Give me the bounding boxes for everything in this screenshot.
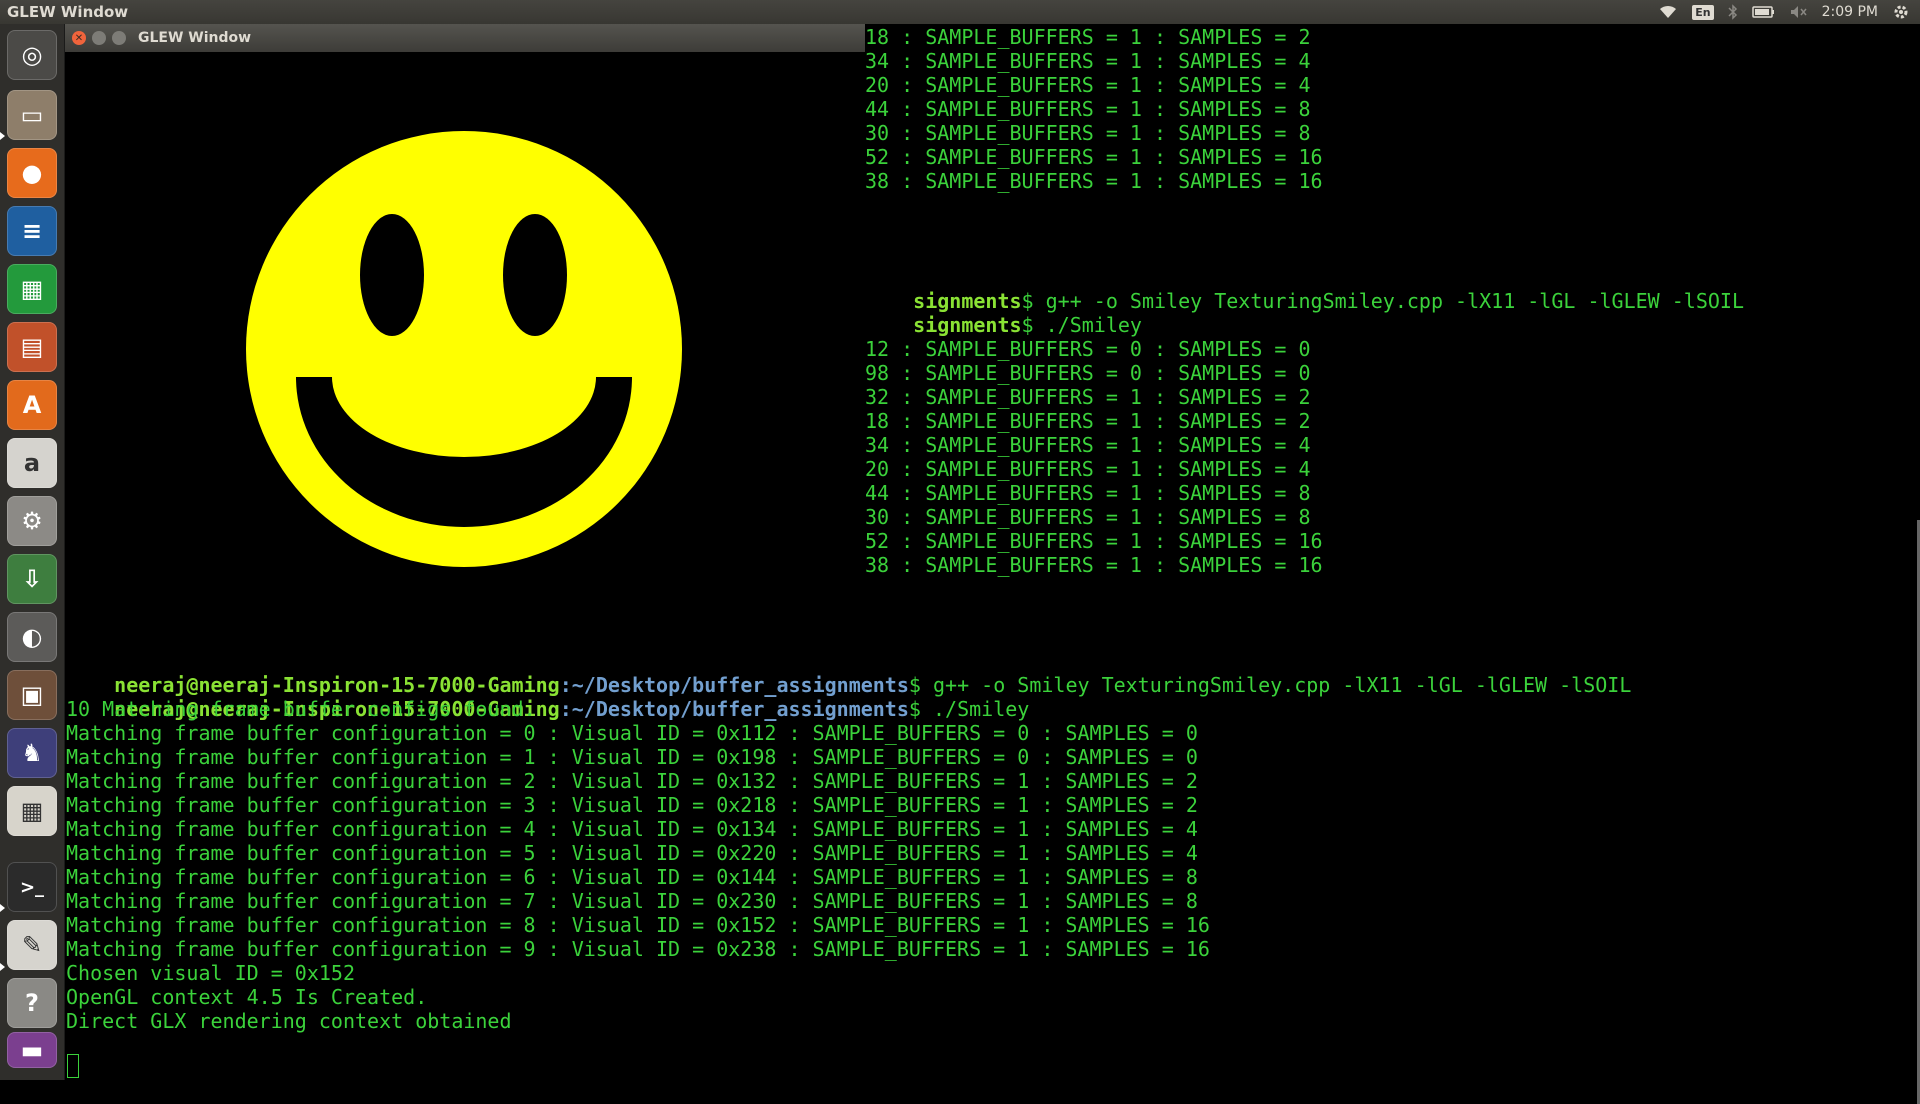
prompt-path: :~/Desktop/buffer_assignments [559, 697, 909, 721]
launcher-item-dash[interactable]: ◎ [7, 30, 57, 80]
maximize-icon[interactable] [112, 31, 126, 45]
launcher-item-software-center[interactable]: A [7, 380, 57, 430]
terminal-output-line: 18 : SAMPLE_BUFFERS = 1 : SAMPLES = 2 [865, 409, 1311, 433]
terminal-output-line: 20 : SAMPLE_BUFFERS = 1 : SAMPLES = 4 [865, 457, 1311, 481]
wifi-icon[interactable] [1658, 4, 1678, 20]
chess-icon: ♞ [21, 739, 43, 767]
active-window-title: GLEW Window [7, 3, 129, 21]
calc-icon: ▦ [20, 275, 44, 303]
settings-icon: ⚙ [21, 507, 43, 535]
launcher-item-text-editor[interactable]: ✎ [7, 920, 57, 970]
terminal-output-line: Matching frame buffer configuration = 4 … [66, 817, 1198, 841]
clock[interactable]: 2:09 PM [1822, 4, 1878, 20]
minimize-icon[interactable] [92, 31, 106, 45]
terminal-output-line: Matching frame buffer configuration = 1 … [66, 745, 1198, 769]
terminal-output-line: 12 : SAMPLE_BUFFERS = 0 : SAMPLES = 0 [865, 337, 1311, 361]
battery-icon[interactable] [1751, 5, 1776, 19]
terminal-output-line: Matching frame buffer configuration = 7 … [66, 889, 1198, 913]
terminal-output-line: Matching frame buffer configuration = 6 … [66, 865, 1198, 889]
glew-window-title: GLEW Window [138, 30, 252, 46]
ubuntu-logo-icon: ◎ [21, 41, 43, 69]
files-icon: ▭ [20, 101, 44, 129]
launcher-item-installer[interactable]: ⇩ [7, 554, 57, 604]
close-icon[interactable]: ✕ [72, 31, 86, 45]
writer-icon: ≡ [21, 217, 43, 245]
keyboard-language-indicator[interactable]: En [1692, 4, 1714, 20]
launcher-item-sudoku[interactable]: ▦ [7, 786, 57, 836]
launcher-item-terminal[interactable]: >_ [7, 862, 57, 912]
terminal-output-line: 10 Matching frame buffer configs found. [66, 697, 536, 721]
terminal-output-line: 44 : SAMPLE_BUFFERS = 1 : SAMPLES = 8 [865, 481, 1311, 505]
launcher-item-impress[interactable]: ▤ [7, 322, 57, 372]
launcher-running-indicator [0, 132, 5, 140]
terminal-output-line: Chosen visual ID = 0x152 [66, 961, 355, 985]
terminal-output-line: Matching frame buffer configuration = 3 … [66, 793, 1198, 817]
launcher-item-app[interactable]: ◐ [7, 612, 57, 662]
indicator-area: En 2:09 PM [1658, 0, 1910, 24]
terminal-output-line: Matching frame buffer configuration = 8 … [66, 913, 1210, 937]
impress-icon: ▤ [20, 333, 44, 361]
launcher-item-chess[interactable]: ♞ [7, 728, 57, 778]
sound-muted-icon[interactable] [1790, 5, 1808, 19]
launcher-item-writer[interactable]: ≡ [7, 206, 57, 256]
backup-icon: ▣ [20, 681, 44, 709]
terminal-output-line: Matching frame buffer configuration = 5 … [66, 841, 1198, 865]
launcher-running-indicator [0, 963, 5, 971]
glew-window-titlebar[interactable]: ✕ GLEW Window [64, 24, 865, 52]
glew-window[interactable]: ✕ GLEW Window [64, 24, 865, 640]
launcher-item-help[interactable]: ? [7, 978, 57, 1028]
terminal-output-line: 30 : SAMPLE_BUFFERS = 1 : SAMPLES = 8 [865, 505, 1311, 529]
terminal-cursor [67, 1054, 79, 1078]
terminal-output-line: 52 : SAMPLE_BUFFERS = 1 : SAMPLES = 16 [865, 145, 1323, 169]
terminal-output-line: 20 : SAMPLE_BUFFERS = 1 : SAMPLES = 4 [865, 73, 1311, 97]
terminal-output-line: 30 : SAMPLE_BUFFERS = 1 : SAMPLES = 8 [865, 121, 1311, 145]
launcher-item-firefox[interactable]: ● [7, 148, 57, 198]
app-icon: ◐ [21, 623, 43, 651]
launcher-running-indicator [0, 904, 5, 912]
prompt-command: $ ./Smiley [1021, 313, 1142, 337]
terminal-output-line: 38 : SAMPLE_BUFFERS = 1 : SAMPLES = 16 [865, 553, 1323, 577]
prompt-tail: signments [913, 313, 1022, 337]
terminal-output-line: 34 : SAMPLE_BUFFERS = 1 : SAMPLES = 4 [865, 49, 1311, 73]
smiley-left-eye [360, 214, 424, 336]
terminal-output-line: 32 : SAMPLE_BUFFERS = 1 : SAMPLES = 2 [865, 385, 1311, 409]
bluetooth-icon[interactable] [1728, 4, 1738, 20]
software-center-icon: A [22, 391, 42, 419]
installer-icon: ⇩ [21, 565, 43, 593]
terminal-output-line: Matching frame buffer configuration = 0 … [66, 721, 1198, 745]
terminal-output-line: 52 : SAMPLE_BUFFERS = 1 : SAMPLES = 16 [865, 529, 1323, 553]
workspace-switcher-icon: ▬ [20, 1036, 44, 1064]
launcher-item-files[interactable]: ▭ [7, 90, 57, 140]
sudoku-icon: ▦ [20, 797, 44, 825]
launcher-item-amazon[interactable]: a [7, 438, 57, 488]
terminal-output-line: 98 : SAMPLE_BUFFERS = 0 : SAMPLES = 0 [865, 361, 1311, 385]
firefox-icon: ● [21, 159, 43, 187]
launcher-item-calc[interactable]: ▦ [7, 264, 57, 314]
top-panel: GLEW Window En 2:09 PM [0, 0, 1920, 24]
terminal-icon: >_ [19, 876, 45, 898]
terminal-output-line: 18 : SAMPLE_BUFFERS = 1 : SAMPLES = 2 [865, 25, 1311, 49]
terminal-output-line: 44 : SAMPLE_BUFFERS = 1 : SAMPLES = 8 [865, 97, 1311, 121]
launcher-item-settings[interactable]: ⚙ [7, 496, 57, 546]
terminal-output-line: Matching frame buffer configuration = 9 … [66, 937, 1210, 961]
smiley-right-eye [503, 214, 567, 336]
launcher-item-backup[interactable]: ▣ [7, 670, 57, 720]
terminal-output-line: 38 : SAMPLE_BUFFERS = 1 : SAMPLES = 16 [865, 169, 1323, 193]
amazon-icon: a [23, 449, 41, 477]
prompt-command: $ ./Smiley [908, 697, 1030, 721]
gear-icon[interactable] [1892, 3, 1910, 21]
terminal-output-line: OpenGL context 4.5 Is Created. [66, 985, 428, 1009]
terminal-output-line: Matching frame buffer configuration = 2 … [66, 769, 1198, 793]
text-editor-icon: ✎ [21, 931, 43, 959]
help-icon: ? [25, 989, 39, 1017]
launcher-item-workspaces[interactable]: ▬ [7, 1032, 57, 1068]
terminal-output-line: Direct GLX rendering context obtained [66, 1009, 512, 1033]
terminal-output-line: 34 : SAMPLE_BUFFERS = 1 : SAMPLES = 4 [865, 433, 1311, 457]
launcher: ◎ ▭ ● ≡ ▦ ▤ A a ⚙ ⇩ ◐ ▣ ♞ ▦ >_ ✎ ? ▬ [0, 24, 65, 1080]
smiley-face-graphic [246, 131, 682, 567]
